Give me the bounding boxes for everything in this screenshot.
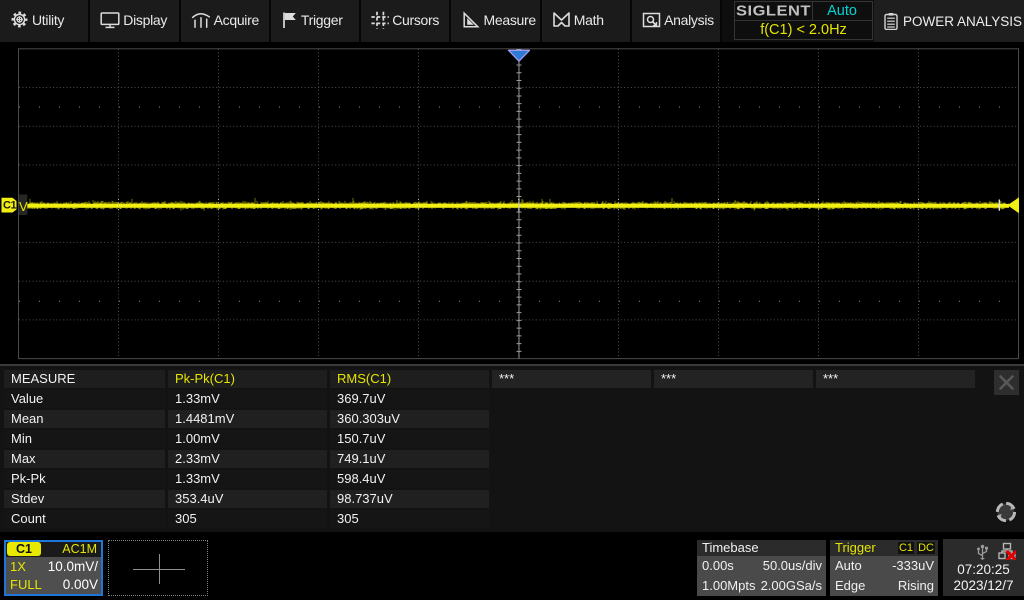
svg-text:C1: C1 [3, 200, 16, 212]
svg-text:V: V [19, 199, 28, 214]
